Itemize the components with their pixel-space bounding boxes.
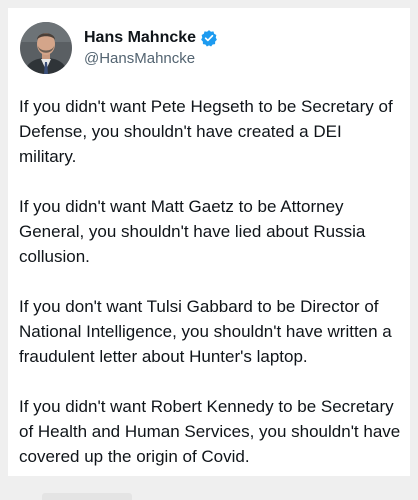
verified-badge-icon (200, 29, 218, 47)
name-row: Hans Mahncke (84, 28, 218, 48)
avatar-image (20, 22, 72, 74)
author-names: Hans Mahncke @HansMahncke (84, 28, 218, 69)
tweet-card: Hans Mahncke @HansMahncke If you didn't … (8, 8, 410, 476)
tweet-paragraph: If you don't want Tulsi Gabbard to be Di… (19, 297, 392, 366)
display-name[interactable]: Hans Mahncke (84, 28, 196, 48)
author-handle[interactable]: @HansMahncke (84, 49, 218, 69)
avatar[interactable] (20, 22, 72, 74)
next-card-edge (42, 493, 132, 500)
tweet-header: Hans Mahncke @HansMahncke (20, 22, 218, 74)
tweet-paragraph: If you didn't want Pete Hegseth to be Se… (19, 97, 393, 166)
tweet-paragraph: If you didn't want Matt Gaetz to be Atto… (19, 197, 366, 266)
tweet-paragraph: If you didn't want Robert Kennedy to be … (19, 397, 401, 466)
tweet-text: If you didn't want Pete Hegseth to be Se… (19, 94, 403, 469)
